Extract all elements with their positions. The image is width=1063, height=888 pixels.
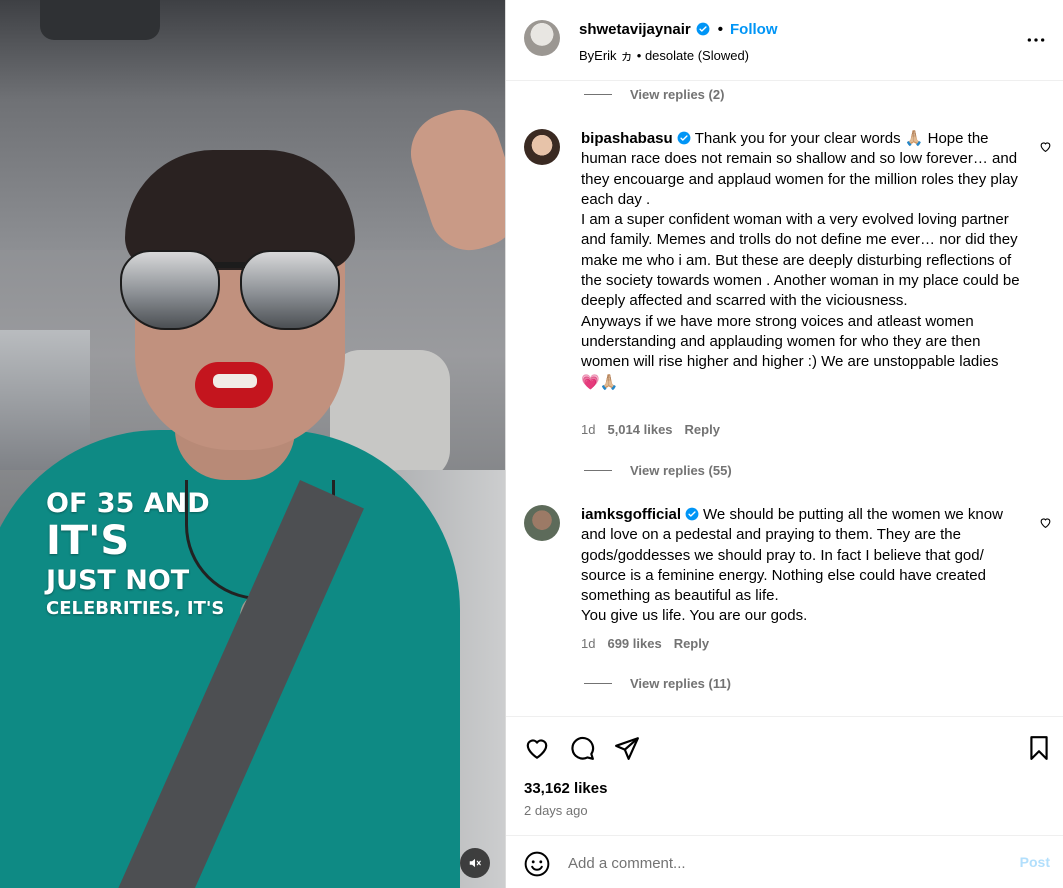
post-header: shwetavijaynair • Follow ByErik ヵ • deso…	[506, 0, 1063, 81]
video-caption-overlay: OF 35 AND IT'S JUST NOT CELEBRITIES, IT'…	[46, 490, 224, 618]
comments-list[interactable]: View replies (2) bipashabasu Thank you fo…	[506, 81, 1063, 716]
replies-line	[584, 683, 612, 684]
separator-dot: •	[717, 20, 723, 38]
post-likes-count[interactable]: 33,162 likes	[524, 780, 607, 797]
comment-bubble-icon[interactable]	[569, 735, 595, 761]
share-send-icon[interactable]	[614, 735, 640, 761]
view-replies-label: View replies (2)	[630, 87, 725, 102]
author-row: shwetavijaynair • Follow	[579, 19, 778, 39]
overlay-line-2: IT'S	[46, 518, 130, 564]
commenter-avatar[interactable]	[524, 129, 560, 165]
view-replies-toggle[interactable]: View replies (11)	[584, 676, 731, 691]
sunglasses-left-lens	[120, 250, 220, 330]
overlay-line-1: OF 35 AND	[46, 488, 210, 519]
replies-line	[584, 94, 612, 95]
commenter-username[interactable]: iamksgofficial	[581, 506, 681, 523]
comment-age: 1d	[581, 422, 596, 437]
view-replies-toggle[interactable]: View replies (55)	[584, 463, 732, 478]
save-bookmark-icon[interactable]	[1026, 735, 1052, 761]
verified-badge-icon	[696, 22, 710, 36]
reel-video[interactable]: OF 35 AND IT'S JUST NOT CELEBRITIES, IT'…	[0, 0, 505, 888]
emoji-smiley-icon[interactable]	[524, 851, 550, 877]
add-comment-input[interactable]	[568, 852, 988, 874]
car-window	[0, 330, 90, 470]
like-heart-icon[interactable]	[524, 735, 550, 761]
view-replies-toggle[interactable]: View replies (2)	[584, 87, 724, 102]
follow-button[interactable]: Follow	[730, 21, 778, 38]
more-options-icon[interactable]	[1026, 30, 1046, 50]
sunglasses-right-lens	[240, 250, 340, 330]
overlay-line-4: CELEBRITIES, IT'S	[46, 598, 225, 619]
verified-badge-icon	[677, 131, 691, 145]
view-replies-label: View replies (11)	[630, 676, 731, 691]
commenter-avatar[interactable]	[524, 505, 560, 541]
post-details-panel: shwetavijaynair • Follow ByErik ヵ • deso…	[505, 0, 1063, 888]
comment-text: We should be putting all the women we kn…	[581, 506, 1003, 625]
sunglasses-bridge	[215, 262, 245, 268]
replies-line	[584, 470, 612, 471]
comment-meta: 1d 699 likes Reply	[581, 636, 709, 651]
post-timestamp: 2 days ago	[524, 803, 588, 818]
reply-button[interactable]: Reply	[685, 422, 720, 437]
reply-button[interactable]: Reply	[674, 636, 709, 651]
audio-attribution[interactable]: ByErik ヵ • desolate (Slowed)	[579, 45, 749, 64]
overlay-line-3: JUST NOT	[46, 565, 190, 596]
comment-age: 1d	[581, 636, 596, 651]
verified-badge-icon	[685, 507, 699, 521]
person-teeth	[213, 374, 257, 388]
view-replies-label: View replies (55)	[630, 463, 732, 478]
comment-likes[interactable]: 699 likes	[607, 636, 661, 651]
comment-item: iamksgofficial We should be putting all t…	[524, 505, 1054, 685]
post-actions: 33,162 likes 2 days ago	[506, 716, 1063, 836]
comment-like-heart-icon[interactable]	[1039, 516, 1052, 529]
post-comment-button[interactable]: Post	[1020, 854, 1050, 870]
comment-likes[interactable]: 5,014 likes	[607, 422, 672, 437]
comment-meta: 1d 5,014 likes Reply	[581, 422, 720, 437]
comment-body: bipashabasu Thank you for your clear word…	[581, 129, 1025, 393]
commenter-username[interactable]: bipashabasu	[581, 130, 673, 147]
comment-like-heart-icon[interactable]	[1039, 140, 1052, 153]
speaker-muted-icon	[469, 858, 481, 868]
comment-body: iamksgofficial We should be putting all t…	[581, 505, 1025, 627]
sun-visor	[40, 0, 160, 40]
mute-button[interactable]	[460, 848, 490, 878]
comment-text: Thank you for your clear words 🙏🏼 Hope t…	[581, 130, 1020, 391]
add-comment-bar: Post	[506, 835, 1063, 888]
author-avatar[interactable]	[524, 20, 560, 56]
author-username[interactable]: shwetavijaynair	[579, 21, 691, 38]
